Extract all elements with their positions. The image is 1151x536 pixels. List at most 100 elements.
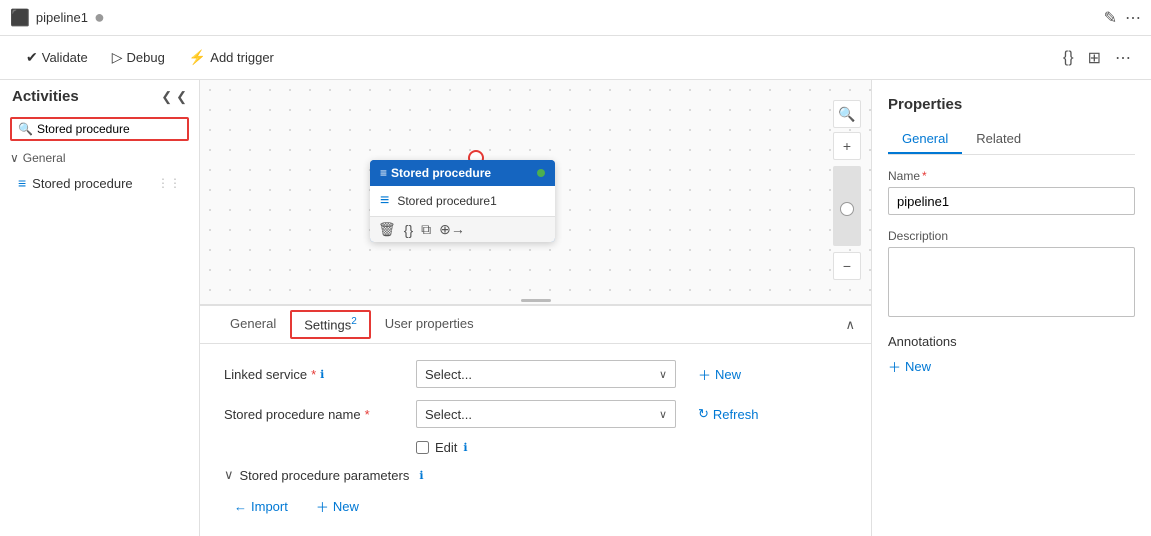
activity-node-body: ≡ Stored procedure1 bbox=[370, 186, 555, 216]
import-arrow-icon: ← bbox=[234, 499, 247, 514]
toolbar-right: {} ⊞ ⋯ bbox=[1059, 44, 1135, 72]
node-body-icon: ≡ bbox=[380, 192, 389, 210]
sp-params-actions: ← Import ＋ New bbox=[224, 493, 847, 520]
tab-user-properties[interactable]: User properties bbox=[371, 308, 488, 341]
chevron-down-icon: ∨ bbox=[10, 151, 19, 165]
node-status-indicator bbox=[537, 169, 545, 177]
zoom-handle[interactable] bbox=[840, 202, 854, 216]
collapse-panel-btn[interactable]: ∧ bbox=[845, 317, 855, 333]
prop-name-field: Name * bbox=[888, 169, 1135, 215]
collapse-icon-2[interactable]: ❮ bbox=[176, 89, 187, 105]
linked-service-new-btn[interactable]: ＋ New bbox=[688, 361, 751, 388]
edit-label[interactable]: Edit bbox=[435, 440, 457, 455]
new-param-btn[interactable]: ＋ New bbox=[306, 493, 369, 520]
sidebar-collapse-icons[interactable]: ❮ ❮ bbox=[161, 89, 187, 105]
center-area: ≡ Stored procedure ≡ Stored procedure1 🗑… bbox=[200, 80, 871, 536]
top-bar: ⬛ pipeline1 ● ✎ ⋯ bbox=[0, 0, 1151, 36]
search-canvas-btn[interactable]: 🔍 bbox=[833, 100, 861, 128]
sp-params-chevron[interactable]: ∨ bbox=[224, 467, 234, 483]
sp-params-section-header: ∨ Stored procedure parameters ℹ bbox=[224, 467, 847, 483]
delete-icon[interactable]: 🗑 bbox=[378, 221, 396, 238]
sp-name-label-container: Stored procedure name * bbox=[224, 407, 404, 422]
bottom-panel-content: Linked service * ℹ Select... ∨ ＋ New bbox=[200, 344, 871, 536]
zoom-track bbox=[833, 166, 861, 246]
sidebar-title: Activities bbox=[12, 88, 79, 105]
bottom-panel: General Settings2 User properties ∧ Link… bbox=[200, 304, 871, 536]
zoom-in-btn[interactable]: + bbox=[833, 132, 861, 160]
sp-name-select-value: Select... bbox=[425, 407, 472, 422]
validate-label: Validate bbox=[42, 50, 88, 65]
prop-description-label: Description bbox=[888, 229, 1135, 243]
linked-service-label: Linked service bbox=[224, 367, 307, 382]
tab-general[interactable]: General bbox=[216, 308, 290, 341]
stored-procedure-label: Stored procedure bbox=[32, 176, 132, 191]
search-input[interactable] bbox=[37, 122, 181, 136]
sp-refresh-btn[interactable]: ↻ Refresh bbox=[688, 402, 768, 426]
sp-name-select[interactable]: Select... ∨ bbox=[416, 400, 676, 428]
properties-title: Properties bbox=[888, 96, 1135, 113]
properties-tabs: General Related bbox=[888, 125, 1135, 155]
resize-handle[interactable] bbox=[516, 296, 556, 304]
annotations-new-btn[interactable]: ＋ New bbox=[888, 357, 931, 376]
tab-settings-badge: 2 bbox=[351, 316, 357, 327]
sp-name-required: * bbox=[365, 407, 370, 422]
edit-info-icon[interactable]: ℹ bbox=[463, 441, 467, 454]
drag-handle-icon: ⋮⋮ bbox=[157, 176, 181, 190]
toolbar: ✔ Validate ▷ Debug ⚡ Add trigger {} ⊞ ⋯ bbox=[0, 36, 1151, 80]
toolbar-more-icon[interactable]: ⋯ bbox=[1111, 44, 1135, 72]
sidebar-item-stored-procedure[interactable]: ≡ Stored procedure ⋮⋮ bbox=[10, 171, 189, 195]
import-btn[interactable]: ← Import bbox=[224, 495, 298, 518]
linked-service-info-icon[interactable]: ℹ bbox=[320, 368, 324, 381]
new-param-label: New bbox=[333, 499, 359, 514]
node-body-label: Stored procedure1 bbox=[397, 194, 496, 208]
monitor-icon[interactable]: ⊞ bbox=[1084, 44, 1105, 72]
sp-name-row: Stored procedure name * Select... ∨ ↻ Re… bbox=[224, 400, 847, 428]
code-node-icon[interactable]: {} bbox=[404, 222, 413, 238]
edit-checkbox-row: Edit ℹ bbox=[416, 440, 847, 455]
validate-button[interactable]: ✔ Validate bbox=[16, 44, 98, 71]
linked-service-select-value: Select... bbox=[425, 367, 472, 382]
linked-service-required: * bbox=[311, 367, 316, 382]
edit-checkbox[interactable] bbox=[416, 441, 429, 454]
annotations-new-label: New bbox=[905, 359, 931, 374]
arrow-icon[interactable]: ⊕→ bbox=[439, 221, 465, 238]
search-icon: 🔍 bbox=[18, 122, 33, 136]
validate-icon: ✔ bbox=[26, 49, 38, 66]
prop-description-field: Description bbox=[888, 229, 1135, 320]
sp-name-label: Stored procedure name bbox=[224, 407, 361, 422]
prop-tab-related[interactable]: Related bbox=[962, 125, 1035, 154]
copy-icon[interactable]: ⧉ bbox=[421, 221, 431, 238]
edit-icon[interactable]: ✎ bbox=[1104, 8, 1117, 28]
sp-params-info-icon[interactable]: ℹ bbox=[419, 469, 423, 482]
zoom-out-btn[interactable]: − bbox=[833, 252, 861, 280]
sidebar-section-general: ∨ General ≡ Stored procedure ⋮⋮ bbox=[0, 145, 199, 201]
linked-service-select[interactable]: Select... ∨ bbox=[416, 360, 676, 388]
import-label: Import bbox=[251, 499, 288, 514]
canvas[interactable]: ≡ Stored procedure ≡ Stored procedure1 🗑… bbox=[200, 80, 871, 304]
sidebar-section-header[interactable]: ∨ General bbox=[10, 151, 189, 165]
linked-service-new-label: New bbox=[715, 367, 741, 382]
section-label: General bbox=[23, 151, 66, 165]
prop-tab-general[interactable]: General bbox=[888, 125, 962, 154]
activity-node-header: ≡ Stored procedure bbox=[370, 160, 555, 186]
collapse-icon[interactable]: ❮ bbox=[161, 89, 172, 105]
stored-procedure-icon: ≡ bbox=[18, 175, 26, 191]
add-trigger-button[interactable]: ⚡ Add trigger bbox=[179, 44, 284, 71]
search-box[interactable]: 🔍 bbox=[10, 117, 189, 141]
tab-settings[interactable]: Settings2 bbox=[290, 310, 371, 338]
modified-dot: ● bbox=[94, 7, 105, 28]
code-icon[interactable]: {} bbox=[1059, 45, 1078, 71]
activity-node-footer: 🗑 {} ⧉ ⊕→ bbox=[370, 216, 555, 242]
activity-node[interactable]: ≡ Stored procedure ≡ Stored procedure1 🗑… bbox=[370, 160, 555, 242]
node-header-icon: ≡ bbox=[380, 166, 387, 180]
prop-annotations-field: Annotations ＋ New bbox=[888, 334, 1135, 376]
bottom-panel-tabs: General Settings2 User properties ∧ bbox=[200, 306, 871, 344]
properties-panel: Properties General Related Name * Descri… bbox=[871, 80, 1151, 536]
more-icon[interactable]: ⋯ bbox=[1125, 8, 1141, 28]
description-label-text: Description bbox=[888, 229, 948, 243]
prop-description-textarea[interactable] bbox=[888, 247, 1135, 317]
debug-button[interactable]: ▷ Debug bbox=[102, 44, 175, 71]
new-param-plus-icon: ＋ bbox=[316, 497, 329, 516]
prop-name-input[interactable] bbox=[888, 187, 1135, 215]
pipeline-title: pipeline1 bbox=[36, 10, 88, 25]
